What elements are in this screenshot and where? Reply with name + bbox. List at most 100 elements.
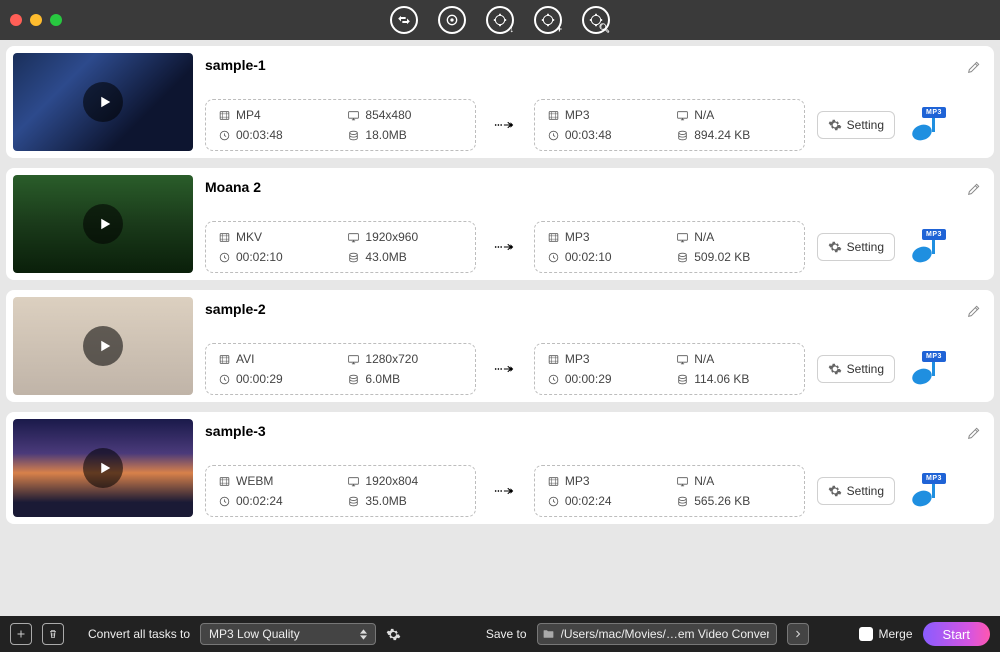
close-window-button[interactable]	[10, 14, 22, 26]
task-row: Moana 2 MKV 1920x960 00:02:10 43.0MB MP3…	[6, 168, 994, 280]
music-note-icon: MP3	[910, 473, 946, 509]
pencil-icon	[966, 181, 982, 197]
target-format: MP3	[565, 352, 590, 366]
monitor-icon	[676, 109, 689, 122]
setting-button[interactable]: Setting	[817, 233, 895, 261]
setting-button[interactable]: Setting	[817, 111, 895, 139]
play-icon	[83, 82, 123, 122]
monitor-icon	[347, 109, 360, 122]
rip-tool-icon[interactable]	[438, 6, 466, 34]
source-size: 6.0MB	[365, 372, 400, 386]
target-resolution: N/A	[694, 474, 714, 488]
start-button[interactable]: Start	[923, 622, 990, 646]
output-format-icon[interactable]: MP3	[907, 351, 949, 387]
target-size: 894.24 KB	[694, 128, 750, 142]
task-row: sample-2 AVI 1280x720 00:00:29 6.0MB MP3…	[6, 290, 994, 402]
video-download-tool-icon[interactable]: ↓	[486, 6, 514, 34]
source-resolution: 1280x720	[365, 352, 418, 366]
target-resolution: N/A	[694, 230, 714, 244]
target-info-box: MP3 N/A 00:02:10 509.02 KB	[534, 221, 805, 273]
source-format: MKV	[236, 230, 262, 244]
film-icon	[218, 475, 231, 488]
target-duration: 00:02:10	[565, 250, 612, 264]
clock-icon	[547, 251, 560, 264]
disk-icon	[347, 129, 360, 142]
convert-tool-icon[interactable]	[390, 6, 418, 34]
format-settings-button[interactable]	[386, 627, 401, 642]
open-folder-button[interactable]	[787, 623, 809, 645]
play-icon	[83, 326, 123, 366]
play-icon	[83, 204, 123, 244]
setting-button[interactable]: Setting	[817, 477, 895, 505]
save-to-label: Save to	[486, 627, 527, 641]
film-icon	[547, 109, 560, 122]
video-edit-tool-icon[interactable]: +	[534, 6, 562, 34]
source-resolution: 1920x960	[365, 230, 418, 244]
video-thumbnail[interactable]	[13, 419, 193, 517]
output-format-select[interactable]: MP3 Low Quality	[200, 623, 376, 645]
output-format-icon[interactable]: MP3	[907, 107, 949, 143]
task-title: Moana 2	[205, 175, 949, 195]
gear-icon	[828, 362, 842, 376]
output-format-icon[interactable]: MP3	[907, 229, 949, 265]
setting-label: Setting	[847, 362, 884, 376]
setting-button[interactable]: Setting	[817, 355, 895, 383]
save-path-display[interactable]: /Users/mac/Movies/…em Video Converter	[537, 623, 777, 645]
clock-icon	[218, 129, 231, 142]
source-size: 35.0MB	[365, 494, 406, 508]
setting-label: Setting	[847, 118, 884, 132]
pencil-icon	[966, 425, 982, 441]
output-format-icon[interactable]: MP3	[907, 473, 949, 509]
source-size: 43.0MB	[365, 250, 406, 264]
output-format-value: MP3 Low Quality	[209, 627, 300, 641]
play-icon	[83, 448, 123, 488]
source-format: WEBM	[236, 474, 273, 488]
edit-task-button[interactable]	[961, 297, 987, 395]
disk-icon	[347, 373, 360, 386]
target-size: 565.26 KB	[694, 494, 750, 508]
minimize-window-button[interactable]	[30, 14, 42, 26]
fullscreen-window-button[interactable]	[50, 14, 62, 26]
film-icon	[547, 231, 560, 244]
task-title: sample-2	[205, 297, 949, 317]
merge-label: Merge	[879, 627, 913, 641]
source-info-box: AVI 1280x720 00:00:29 6.0MB	[205, 343, 476, 395]
edit-task-button[interactable]	[961, 419, 987, 517]
disk-icon	[676, 251, 689, 264]
video-thumbnail[interactable]	[13, 53, 193, 151]
video-thumbnail[interactable]	[13, 175, 193, 273]
monitor-icon	[347, 475, 360, 488]
edit-task-button[interactable]	[961, 53, 987, 151]
updown-arrows-icon	[360, 629, 367, 640]
video-search-tool-icon[interactable]: 🔍︎	[582, 6, 610, 34]
film-icon	[547, 353, 560, 366]
target-info-box: MP3 N/A 00:02:24 565.26 KB	[534, 465, 805, 517]
window-controls	[10, 14, 62, 26]
disk-icon	[676, 373, 689, 386]
tool-icons: ↓ + 🔍︎	[390, 6, 610, 34]
edit-task-button[interactable]	[961, 175, 987, 273]
film-icon	[218, 109, 231, 122]
topbar: ↓ + 🔍︎	[0, 0, 1000, 40]
video-thumbnail[interactable]	[13, 297, 193, 395]
disk-icon	[347, 251, 360, 264]
add-file-button[interactable]	[10, 623, 32, 645]
target-resolution: N/A	[694, 352, 714, 366]
film-icon	[547, 475, 560, 488]
target-duration: 00:03:48	[565, 128, 612, 142]
task-row: sample-1 MP4 854x480 00:03:48 18.0MB MP3…	[6, 46, 994, 158]
source-size: 18.0MB	[365, 128, 406, 142]
music-note-icon: MP3	[910, 229, 946, 265]
monitor-icon	[676, 475, 689, 488]
clock-icon	[547, 373, 560, 386]
clock-icon	[218, 251, 231, 264]
disk-icon	[676, 129, 689, 142]
merge-checkbox[interactable]: Merge	[859, 627, 913, 641]
delete-file-button[interactable]	[42, 623, 64, 645]
target-duration: 00:00:29	[565, 372, 612, 386]
gear-icon	[828, 484, 842, 498]
source-info-box: MP4 854x480 00:03:48 18.0MB	[205, 99, 476, 151]
bottombar: Convert all tasks to MP3 Low Quality Sav…	[0, 616, 1000, 652]
output-tag: MP3	[922, 351, 946, 362]
music-note-icon: MP3	[910, 107, 946, 143]
